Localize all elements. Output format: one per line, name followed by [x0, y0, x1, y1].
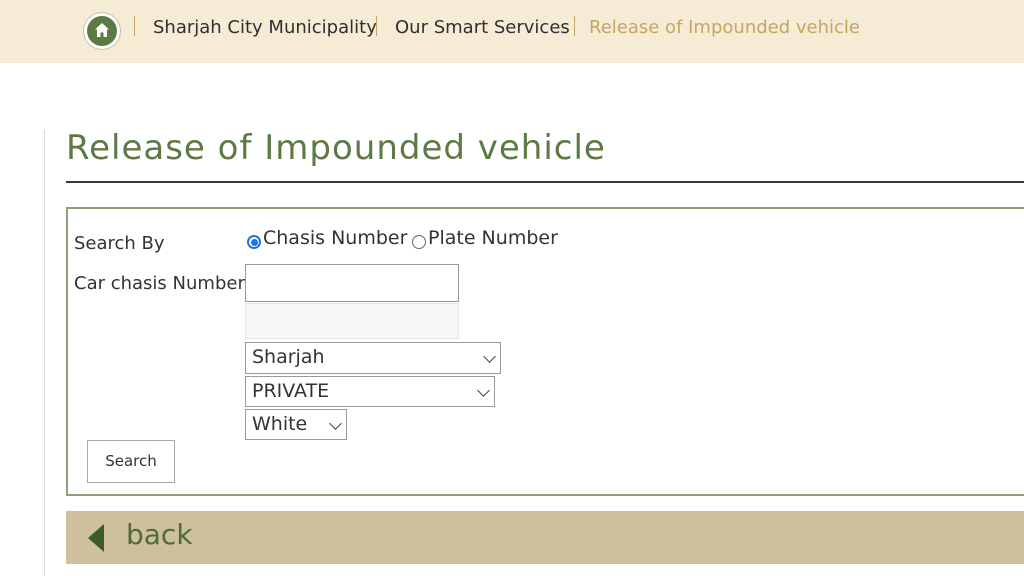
back-arrow-icon[interactable]: [88, 524, 104, 552]
chasis-number-input[interactable]: [245, 264, 459, 302]
radio-plate-number[interactable]: [412, 235, 426, 249]
radio-plate-number-label[interactable]: Plate Number: [428, 227, 558, 249]
title-divider: [66, 181, 1024, 183]
chasis-number-label: Car chasis Number: [74, 273, 245, 294]
breadcrumb-separator: [376, 16, 377, 36]
home-button[interactable]: [84, 13, 120, 49]
plate-color-select-value: White: [252, 413, 308, 435]
plate-type-select[interactable]: PRIVATE: [245, 376, 495, 407]
plate-type-select-value: PRIVATE: [252, 380, 330, 402]
breadcrumb-link-municipality[interactable]: Sharjah City Municipality: [153, 17, 377, 38]
page-title: Release of Impounded vehicle: [66, 128, 606, 168]
back-bar[interactable]: [66, 511, 1024, 564]
search-form-panel: [66, 207, 1024, 496]
breadcrumb-separator: [134, 16, 135, 36]
breadcrumb-link-smart-services[interactable]: Our Smart Services: [395, 17, 570, 38]
emirate-select[interactable]: Sharjah: [245, 342, 501, 374]
search-button[interactable]: Search: [87, 440, 175, 483]
chevron-down-icon: [483, 350, 496, 363]
emirate-select-value: Sharjah: [252, 346, 325, 368]
breadcrumb-current: Release of Impounded vehicle: [589, 17, 860, 38]
breadcrumb: Sharjah City Municipality Our Smart Serv…: [0, 0, 1024, 63]
search-by-label: Search By: [74, 233, 165, 254]
chevron-down-icon: [477, 384, 490, 397]
radio-chasis-number[interactable]: [247, 235, 261, 249]
radio-chasis-number-label[interactable]: Chasis Number: [263, 227, 407, 249]
captcha-area: [245, 303, 459, 339]
breadcrumb-separator: [574, 16, 575, 36]
plate-color-select[interactable]: White: [245, 409, 347, 440]
home-icon: [87, 16, 117, 46]
back-link[interactable]: back: [126, 518, 193, 551]
chevron-down-icon: [329, 417, 342, 430]
left-divider: [44, 130, 45, 576]
